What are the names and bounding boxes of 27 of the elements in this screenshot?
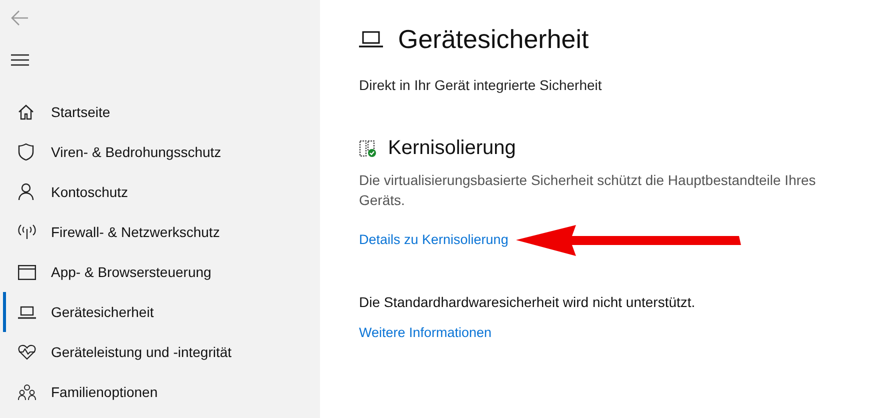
chip-check-icon bbox=[359, 140, 377, 158]
antenna-icon bbox=[18, 224, 36, 240]
section-description: Die virtualisierungsbasierte Sicherheit schützt die Hauptbestandteile Ihres Geräts. bbox=[359, 171, 817, 210]
details-link[interactable]: Details zu Kernisolierung bbox=[359, 232, 508, 246]
sidebar-item[interactable]: Viren- & Bedrohungsschutz bbox=[3, 132, 303, 172]
sidebar-item[interactable]: Gerätesicherheit bbox=[3, 292, 303, 332]
sidebar-item[interactable]: Familienoptionen bbox=[3, 372, 303, 412]
heart-icon bbox=[18, 344, 36, 360]
page-subtitle: Direkt in Ihr Gerät integrierte Sicherheit bbox=[359, 77, 603, 93]
shield-icon bbox=[18, 143, 34, 161]
page-title: Gerätesicherheit bbox=[398, 24, 589, 55]
sidebar-item[interactable]: Firewall- & Netzwerkschutz bbox=[3, 212, 303, 252]
sidebar-item[interactable]: Startseite bbox=[3, 92, 303, 132]
home-icon bbox=[18, 104, 34, 120]
menu-button[interactable] bbox=[11, 54, 29, 66]
family-icon bbox=[18, 384, 36, 400]
back-button[interactable] bbox=[11, 10, 29, 26]
section-heading: Kernisolierung bbox=[388, 137, 516, 160]
window-icon bbox=[18, 264, 36, 280]
sidebar-item[interactable]: Kontoschutz bbox=[3, 172, 303, 212]
sidebar-item[interactable]: App- & Browsersteuerung bbox=[3, 252, 303, 292]
laptop-icon bbox=[18, 306, 36, 318]
more-info-link[interactable]: Weitere Informationen bbox=[359, 325, 492, 340]
person-icon bbox=[18, 183, 34, 201]
sidebar-item[interactable]: Geräteleistung und -integrität bbox=[3, 332, 303, 372]
status-message: Die Standardhardwaresicherheit wird nicht unterstützt. bbox=[359, 294, 696, 310]
laptop-icon bbox=[359, 31, 383, 48]
